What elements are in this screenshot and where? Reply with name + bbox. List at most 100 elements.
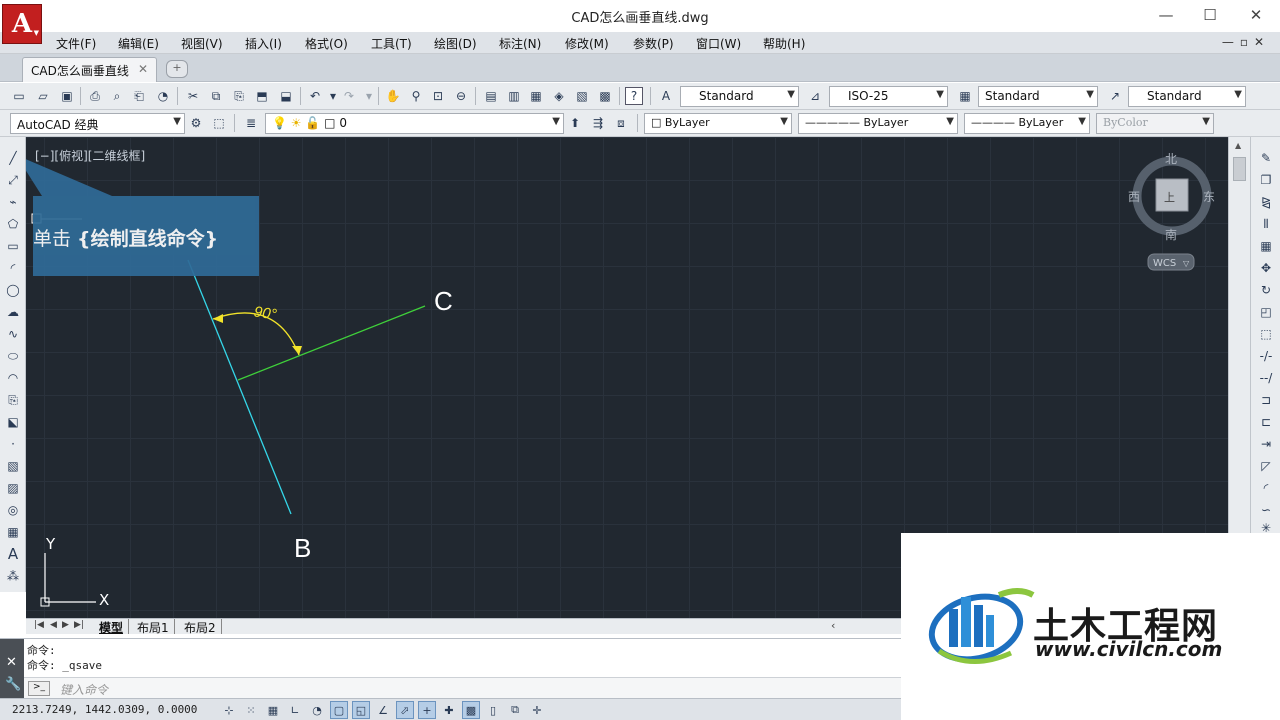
- menu-help[interactable]: 帮助(H): [763, 35, 805, 52]
- tab-layout1[interactable]: 布局1: [132, 619, 175, 635]
- tool-palettes-icon[interactable]: ▦: [527, 87, 545, 105]
- layer-previous-icon[interactable]: ⇶: [589, 114, 607, 132]
- minimize-button[interactable]: —: [1146, 4, 1186, 26]
- table-style-icon[interactable]: ▦: [956, 87, 974, 105]
- dynamic-ucs-icon[interactable]: ⬀: [396, 701, 414, 719]
- command-window-handle[interactable]: ✕ 🔧: [0, 639, 24, 699]
- dim-style-icon[interactable]: ⊿: [806, 87, 824, 105]
- selection-cycling-icon[interactable]: ⧉: [506, 701, 524, 719]
- trim-icon[interactable]: -/-: [1257, 347, 1275, 365]
- customize-icon[interactable]: 🔧: [5, 677, 21, 692]
- scrollbar-thumb[interactable]: [1233, 157, 1246, 181]
- lineweight-display-icon[interactable]: ✚: [440, 701, 458, 719]
- menu-window[interactable]: 窗口(W): [696, 35, 741, 52]
- pan-icon[interactable]: ✋: [384, 87, 402, 105]
- menu-draw[interactable]: 绘图(D): [434, 35, 477, 52]
- text-style-icon[interactable]: A: [657, 87, 675, 105]
- construction-line-icon[interactable]: ⤢: [4, 171, 22, 189]
- gradient-icon[interactable]: ▨: [4, 479, 22, 497]
- 3d-object-snap-icon[interactable]: ◱: [352, 701, 370, 719]
- compass-west-label[interactable]: 西: [1128, 190, 1140, 204]
- publish-icon[interactable]: ⎗: [130, 87, 148, 105]
- compass-north-label[interactable]: 北: [1165, 152, 1177, 166]
- make-current-layer-icon[interactable]: ⬆: [566, 114, 584, 132]
- mirror-icon[interactable]: ⧎: [1257, 193, 1275, 211]
- menu-dimension[interactable]: 标注(N): [499, 35, 541, 52]
- menu-edit[interactable]: 编辑(E): [118, 35, 159, 52]
- object-snap-icon[interactable]: ▢: [330, 701, 348, 719]
- hatch-icon[interactable]: ▧: [4, 457, 22, 475]
- ortho-mode-icon[interactable]: ∟: [286, 701, 304, 719]
- 3d-print-icon[interactable]: ◔: [154, 87, 172, 105]
- compass-south-label[interactable]: 南: [1165, 227, 1177, 242]
- design-center-icon[interactable]: ▥: [505, 87, 523, 105]
- infer-constraints-icon[interactable]: ⊹: [220, 701, 238, 719]
- blend-icon[interactable]: ∽: [1257, 501, 1275, 519]
- lineweight-select[interactable]: ———— ByLayer ▼: [964, 113, 1090, 134]
- table-icon[interactable]: ▦: [4, 523, 22, 541]
- scale-icon[interactable]: ◰: [1257, 303, 1275, 321]
- polyline-icon[interactable]: ⌁: [4, 193, 22, 211]
- block-editor-icon[interactable]: ⬓: [277, 87, 295, 105]
- zoom-previous-icon[interactable]: ⊖: [452, 87, 470, 105]
- close-button[interactable]: ✕: [1236, 4, 1276, 26]
- layer-state-icon[interactable]: ⧈: [612, 114, 630, 132]
- application-menu-button[interactable]: A ▼: [2, 4, 42, 44]
- dim-style-select[interactable]: ISO-25 ▼: [829, 86, 948, 107]
- plot-icon[interactable]: ⎙: [86, 87, 104, 105]
- break-icon[interactable]: ⊏: [1257, 413, 1275, 431]
- plot-preview-icon[interactable]: ⌕: [108, 87, 126, 105]
- transparency-icon[interactable]: ▩: [462, 701, 480, 719]
- menu-parametric[interactable]: 参数(P): [633, 35, 674, 52]
- copy-icon[interactable]: ❐: [1257, 171, 1275, 189]
- rectangle-icon[interactable]: ▭: [4, 237, 22, 255]
- paste-icon[interactable]: ⎘: [230, 87, 248, 105]
- command-prompt-icon[interactable]: >_: [28, 681, 50, 696]
- make-block-icon[interactable]: ⬕: [4, 413, 22, 431]
- extend-icon[interactable]: --/: [1257, 369, 1275, 387]
- reference-line-ab[interactable]: [187, 259, 292, 515]
- multileader-style-select[interactable]: Standard ▼: [1128, 86, 1246, 107]
- menu-insert[interactable]: 插入(I): [245, 35, 282, 52]
- offset-icon[interactable]: ⫴: [1257, 215, 1275, 233]
- cut-icon[interactable]: ✂: [184, 87, 202, 105]
- revision-cloud-icon[interactable]: ☁: [4, 303, 22, 321]
- rotate-icon[interactable]: ↻: [1257, 281, 1275, 299]
- arc-icon[interactable]: ◜: [4, 259, 22, 277]
- spline-icon[interactable]: ∿: [4, 325, 22, 343]
- clean-screen-icon[interactable]: ⬚: [210, 114, 228, 132]
- tab-layout2[interactable]: 布局2: [179, 619, 222, 635]
- fillet-icon[interactable]: ◜: [1257, 479, 1275, 497]
- tab-model[interactable]: 模型: [94, 619, 130, 635]
- menu-view[interactable]: 视图(V): [181, 35, 223, 52]
- ellipse-arc-icon[interactable]: ◠: [4, 369, 22, 387]
- point-icon[interactable]: ·: [4, 435, 22, 453]
- undo-icon[interactable]: ↶: [306, 87, 324, 105]
- move-icon[interactable]: ✥: [1257, 259, 1275, 277]
- calculator-icon[interactable]: ▩: [596, 87, 614, 105]
- first-layout-icon[interactable]: |◀: [34, 620, 44, 630]
- last-layout-icon[interactable]: ▶|: [74, 620, 84, 630]
- chamfer-icon[interactable]: ◸: [1257, 457, 1275, 475]
- close-icon[interactable]: ✕: [6, 655, 17, 670]
- document-window-controls[interactable]: —▫✕: [1222, 35, 1270, 49]
- open-file-icon[interactable]: ▱: [34, 87, 52, 105]
- menu-tools[interactable]: 工具(T): [371, 35, 412, 52]
- close-icon[interactable]: ✕: [138, 62, 148, 76]
- zoom-realtime-icon[interactable]: ⚲: [407, 87, 425, 105]
- viewcube[interactable]: 上 北 南 东 西 WCS ▽: [1128, 152, 1215, 271]
- break-at-point-icon[interactable]: ⊐: [1257, 391, 1275, 409]
- menu-file[interactable]: 文件(F): [56, 35, 96, 52]
- save-icon[interactable]: ▣: [58, 87, 76, 105]
- new-tab-button[interactable]: +: [166, 60, 188, 78]
- polar-tracking-icon[interactable]: ◔: [308, 701, 326, 719]
- workspace-select[interactable]: AutoCAD 经典 ▼: [10, 113, 185, 134]
- ellipse-icon[interactable]: ⬭: [4, 347, 22, 365]
- zoom-window-icon[interactable]: ⊡: [429, 87, 447, 105]
- stretch-icon[interactable]: ⬚: [1257, 325, 1275, 343]
- next-layout-icon[interactable]: ▶: [62, 620, 69, 630]
- command-input[interactable]: 键入命令: [60, 681, 108, 698]
- table-style-select[interactable]: Standard ▼: [978, 86, 1098, 107]
- previous-layout-icon[interactable]: ◀: [50, 620, 57, 630]
- erase-icon[interactable]: ✎: [1257, 149, 1275, 167]
